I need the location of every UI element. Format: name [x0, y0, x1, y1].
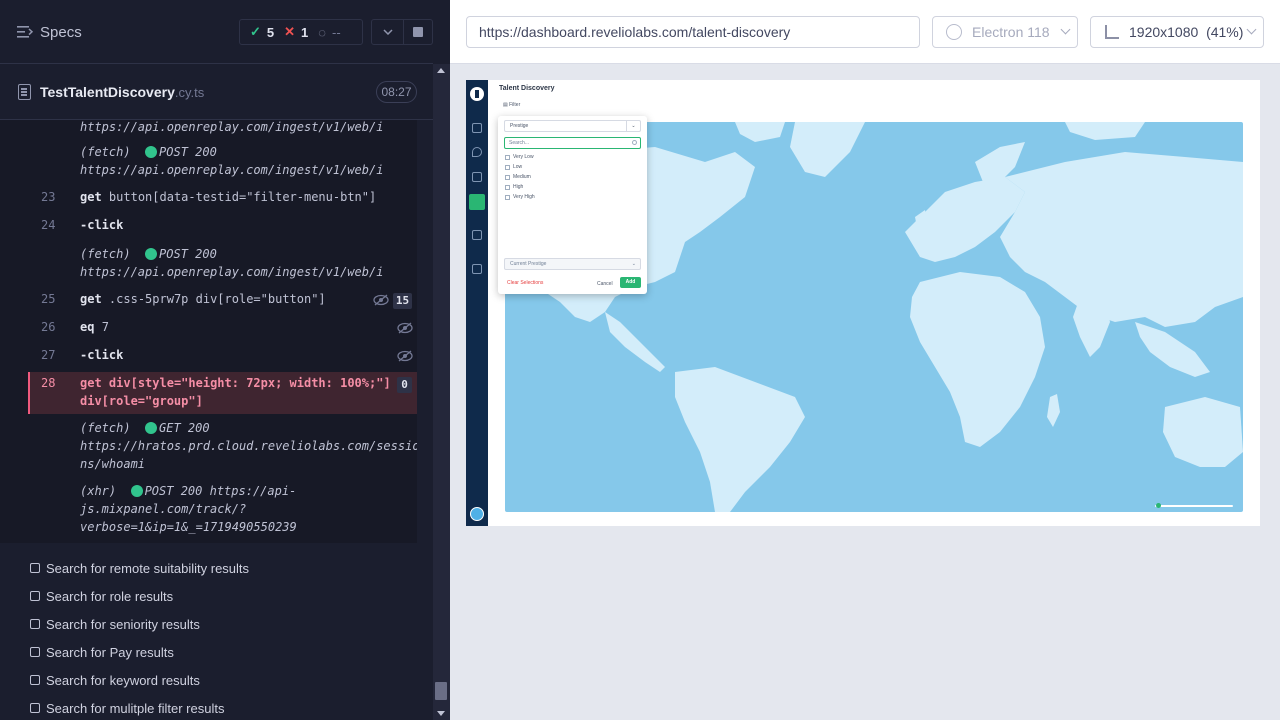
filter-button[interactable]: ▤ Filter	[503, 102, 520, 108]
report-icon[interactable]	[472, 264, 482, 274]
browser-select[interactable]: Electron 118	[932, 16, 1078, 48]
logo-icon[interactable]	[470, 87, 484, 101]
user-avatar-icon[interactable]	[470, 507, 484, 521]
checkbox[interactable]	[505, 164, 510, 170]
chevron-down-icon[interactable]	[371, 19, 404, 45]
checkbox[interactable]	[505, 194, 510, 200]
app-frame: Talent Discovery ▤ Filter Prestige ⌄ Sea…	[466, 80, 1260, 526]
search-icon	[632, 140, 637, 145]
test-item[interactable]: Search for seniority results	[30, 615, 200, 633]
test-item[interactable]: Search for mulitple filter results	[30, 699, 224, 717]
checkbox[interactable]	[505, 154, 510, 160]
chevron-down-icon: ⌄	[631, 261, 636, 267]
hidden-eye-icon	[373, 294, 389, 306]
talent-discovery-nav-icon[interactable]	[469, 194, 485, 210]
chevron-down-icon	[1060, 24, 1071, 35]
filter-option[interactable]: Medium	[505, 174, 531, 180]
cube-icon[interactable]	[472, 230, 482, 240]
specs-title[interactable]: Specs	[40, 24, 82, 41]
hidden-eye-icon	[397, 350, 413, 362]
scroll-up-icon[interactable]	[437, 68, 445, 73]
test-stats: ✓ 5 ✕ 1 ◌ --	[239, 19, 363, 45]
test-item[interactable]: Search for keyword results	[30, 671, 200, 689]
map-slider-knob[interactable]	[1156, 503, 1161, 508]
pending-test-icon	[30, 619, 40, 629]
pending-test-icon	[30, 563, 40, 573]
electron-icon	[946, 24, 962, 40]
aut-header: https://dashboard.reveliolabs.com/talent…	[450, 0, 1280, 64]
hidden-eye-icon	[397, 322, 413, 334]
pending-test-icon	[30, 703, 40, 713]
filter-menu: Prestige ⌄ Search... Very Low Low Medium…	[498, 116, 647, 294]
checkbox[interactable]	[505, 174, 510, 180]
ruler-icon	[1105, 25, 1119, 39]
building-icon[interactable]	[472, 123, 482, 133]
pending-test-icon	[30, 591, 40, 601]
checkbox[interactable]	[505, 184, 510, 190]
filter-option[interactable]: Very Low	[505, 154, 534, 160]
spec-name[interactable]: TestTalentDiscovery.cy.ts	[40, 84, 204, 100]
location-pin-icon[interactable]	[472, 147, 482, 157]
app-sidebar	[466, 80, 488, 526]
test-item[interactable]: Search for role results	[30, 587, 173, 605]
pending-test-icon	[30, 647, 40, 657]
filter-category-select[interactable]: Prestige ⌄	[504, 120, 641, 132]
page-title: Talent Discovery	[499, 85, 555, 92]
cancel-button[interactable]: Cancel	[597, 281, 613, 287]
passed-count: ✓ 5	[250, 24, 275, 40]
test-item[interactable]: Search for remote suitability results	[30, 559, 249, 577]
pending-count: ◌ --	[318, 24, 341, 40]
element-count-badge: 15	[393, 293, 412, 309]
scrollbar[interactable]	[433, 64, 450, 720]
spec-duration: 08:27	[376, 81, 417, 103]
stop-icon	[413, 27, 423, 37]
status-dot-icon	[145, 248, 158, 260]
clear-selections-button[interactable]: Clear Selections	[507, 280, 543, 286]
org-chart-icon[interactable]	[472, 172, 482, 182]
document-icon	[18, 84, 31, 100]
add-button[interactable]: Add	[620, 277, 641, 288]
test-item[interactable]: Search for Pay results	[30, 643, 174, 661]
pending-test-icon	[30, 675, 40, 685]
specs-header: Specs ✓ 5 ✕ 1 ◌ --	[0, 0, 433, 64]
url-bar[interactable]: https://dashboard.reveliolabs.com/talent…	[466, 16, 920, 48]
stop-button[interactable]	[404, 19, 433, 45]
status-dot-icon	[145, 422, 158, 434]
status-dot-icon	[130, 485, 143, 497]
current-selection-select[interactable]: Current Prestige ⌄	[504, 258, 641, 270]
filter-option[interactable]: Very High	[505, 194, 535, 200]
reporter-panel: Specs ✓ 5 ✕ 1 ◌ -- TestTalentDiscovery.c…	[0, 0, 450, 720]
filter-option[interactable]: Low	[505, 164, 522, 170]
element-count-badge: 0	[397, 377, 412, 393]
spec-file-header: TestTalentDiscovery.cy.ts 08:27	[0, 64, 433, 120]
command-log: https://api.openreplay.com/ingest/v1/web…	[0, 120, 417, 543]
chevron-down-icon	[1246, 24, 1257, 35]
scroll-thumb[interactable]	[435, 682, 447, 700]
spinner-icon: ◌	[318, 24, 327, 40]
map-slider-track[interactable]	[1155, 505, 1233, 507]
status-dot-icon	[145, 146, 158, 158]
check-icon: ✓	[250, 24, 261, 39]
viewport-select[interactable]: 1920x1080 (41%)	[1090, 16, 1264, 48]
failed-count: ✕ 1	[284, 24, 309, 40]
chevron-down-icon: ⌄	[626, 121, 640, 131]
filter-search-input[interactable]: Search...	[504, 137, 641, 149]
app-under-test-panel: https://dashboard.reveliolabs.com/talent…	[450, 0, 1280, 720]
menu-toggle-icon[interactable]	[16, 22, 34, 42]
scroll-down-icon[interactable]	[437, 711, 445, 716]
filter-option[interactable]: High	[505, 184, 523, 190]
x-icon: ✕	[284, 24, 296, 39]
